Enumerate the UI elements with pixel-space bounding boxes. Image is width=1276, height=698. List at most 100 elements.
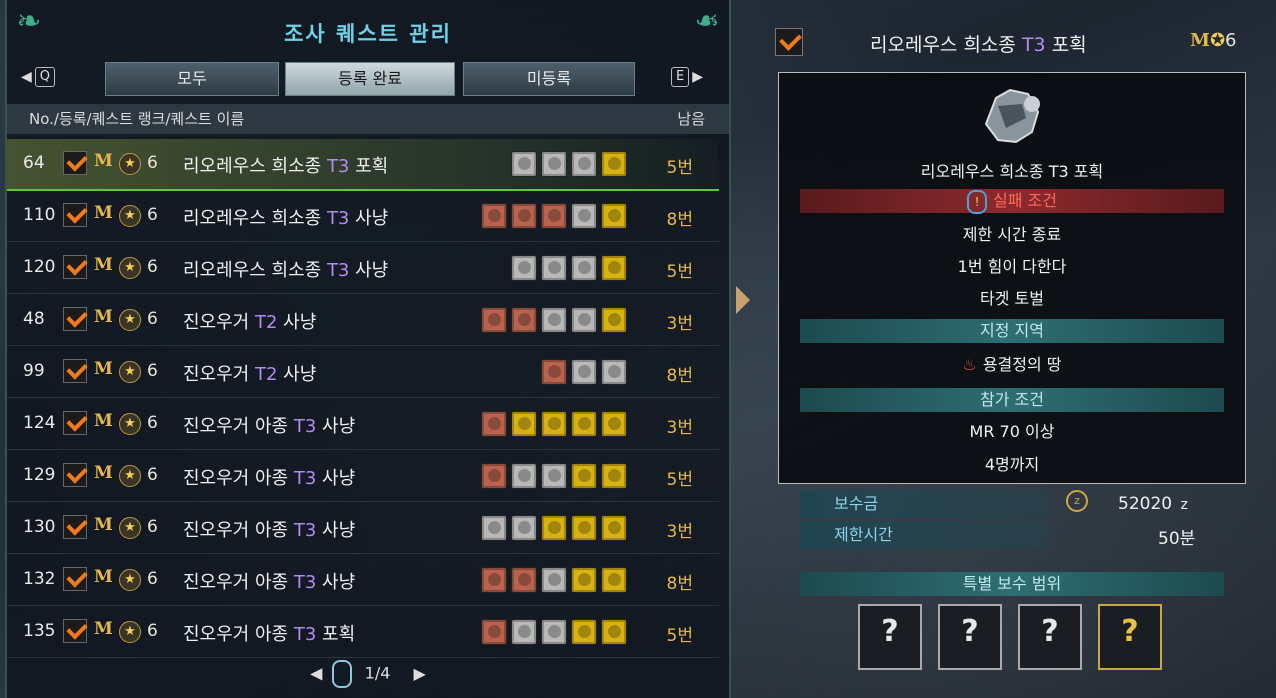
quest-type: 사냥 [322, 416, 356, 437]
quest-row[interactable]: 99 M ★ 6 진오우거 T2 사냥 8번 [7, 347, 719, 398]
zenny-icon: z [1066, 490, 1088, 512]
reward-rarity-icon [571, 307, 597, 333]
quest-tier: T3 [293, 520, 317, 541]
reward-rarity-icon [571, 567, 597, 593]
arrow-left-icon: ◀ [21, 69, 32, 85]
reward-rarity-icon [601, 203, 627, 229]
quest-row[interactable]: 124 M ★ 6 진오우거 아종 T3 사냥 3번 [7, 399, 719, 450]
quest-row[interactable]: 130 M ★ 6 진오우거 아종 T3 사냥 3번 [7, 503, 719, 554]
prev-page-icon[interactable]: ◀ [310, 664, 322, 683]
quest-name: 리오레우스 희소종 T3 사냥 [183, 256, 388, 282]
reward-rarity-icon [511, 619, 537, 645]
fail-header-text: 실패 조건 [993, 191, 1057, 210]
quest-rank: 6 [147, 309, 158, 329]
quest-rank: 6 [147, 569, 158, 589]
remaining-count: 3번 [666, 522, 693, 542]
star-icon: ★ [119, 205, 141, 227]
registered-check-icon [63, 203, 87, 227]
page-title: 조사 퀘스트 관리 [284, 22, 452, 46]
quest-row[interactable]: 48 M ★ 6 진오우거 T2 사냥 3번 [7, 295, 719, 346]
remaining-count: 5번 [666, 262, 693, 282]
star-icon: ★ [119, 413, 141, 435]
alert-icon: ! [967, 189, 988, 214]
area-text: 용결정의 땅 [982, 355, 1062, 374]
quest-monster: 진오우거 [183, 312, 250, 333]
registered-check-icon [63, 463, 87, 487]
quest-name: 진오우거 아종 T3 사냥 [183, 464, 355, 490]
reward-rarity-icon [481, 463, 507, 489]
quest-row[interactable]: 64 M ★ 6 리오레우스 희소종 T3 포획 5번 [7, 139, 719, 191]
reward-amount: 52020 [1118, 494, 1173, 514]
reward-rarity-icon [481, 411, 507, 437]
reward-rarity-icon [601, 359, 627, 385]
join-condition-1: MR 70 이상 [969, 422, 1055, 441]
quest-row[interactable]: 135 M ★ 6 진오우거 아종 T3 포획 5번 [7, 607, 719, 658]
tab-all[interactable]: 모두 [105, 62, 279, 96]
page-indicator: 1/4 [364, 663, 391, 683]
reward-rarity-icon [541, 411, 567, 437]
next-tab-hint[interactable]: E ▶ [671, 67, 703, 87]
reward-rarity-icon [511, 411, 537, 437]
quest-tier: T3 [293, 416, 317, 437]
reward-rarity-icon [511, 307, 537, 333]
quest-row[interactable]: 120 M ★ 6 리오레우스 희소종 T3 사냥 5번 [7, 243, 719, 294]
tab-registered[interactable]: 등록 완료 [285, 62, 455, 96]
next-page-icon[interactable]: ▶ [414, 664, 426, 683]
quest-rank: 6 [147, 205, 158, 225]
star-icon: ★ [119, 153, 141, 175]
reward-unit: z [1180, 497, 1188, 513]
fail-condition-header: ! 실패 조건 [800, 189, 1224, 214]
quest-tier: T2 [254, 364, 278, 385]
reward-rarity-icon [601, 307, 627, 333]
master-rank-m: M [94, 255, 113, 275]
quest-row[interactable]: 110 M ★ 6 리오레우스 희소종 T3 사냥 8번 [7, 191, 719, 242]
quest-tier: T3 [293, 624, 317, 645]
quest-type: 포획 [355, 156, 389, 177]
quest-monster: 진오우거 아종 [183, 468, 289, 489]
quest-monster: 진오우거 아종 [183, 624, 289, 645]
quest-type: 사냥 [322, 520, 356, 541]
reward-rarity-icon [541, 463, 567, 489]
quest-monster: 리오레우스 희소종 [183, 208, 322, 229]
quest-row[interactable]: 129 M ★ 6 진오우거 아종 T3 사냥 5번 [7, 451, 719, 502]
star-icon: ★ [119, 257, 141, 279]
reward-rarity-icon [571, 515, 597, 541]
registered-check-icon [775, 28, 803, 56]
reward-rarity-icon [511, 463, 537, 489]
column-header: No./등록/퀘스트 랭크/퀘스트 이름 남음 [7, 104, 729, 134]
detail-title: 리오레우스 희소종 T3 포획 [870, 30, 1087, 57]
quest-row[interactable]: 132 M ★ 6 진오우거 아종 T3 사냥 8번 [7, 555, 719, 606]
reward-rarity-icon [541, 515, 567, 541]
quest-number: 99 [23, 361, 45, 381]
registered-check-icon [63, 359, 87, 383]
quest-number: 124 [23, 413, 56, 433]
reward-icons [481, 619, 627, 645]
area-header: 지정 지역 [800, 319, 1224, 343]
question-icon: ? [961, 614, 979, 649]
star-icon: ★ [119, 569, 141, 591]
prev-tab-hint[interactable]: ◀ Q [21, 67, 56, 87]
quest-list-panel: ❧ ❧ 조사 퀘스트 관리 ◀ Q 모두 등록 완료 미등록 E ▶ No./등… [5, 0, 731, 698]
quest-type: 사냥 [322, 468, 356, 489]
reward-box-3: ? [1018, 604, 1082, 670]
master-rank-m: M [94, 567, 113, 587]
reward-rarity-icon [571, 411, 597, 437]
master-rank-m: M [94, 411, 113, 431]
reward-value: 52020 z [1118, 494, 1188, 514]
detail-title-name: 리오레우스 희소종 [870, 34, 1016, 56]
quest-monster: 진오우거 아종 [183, 416, 289, 437]
reward-rarity-icon [601, 151, 627, 177]
master-rank-m: M [94, 151, 113, 171]
detail-rank-m: M [1190, 30, 1210, 51]
remaining-count: 3번 [666, 418, 693, 438]
quest-tier: T3 [293, 468, 317, 489]
reward-box-4: ? [1098, 604, 1162, 670]
master-rank-m: M [94, 359, 113, 379]
column-header-left: No./등록/퀘스트 랭크/퀘스트 이름 [29, 110, 245, 128]
time-label: 제한시간 [800, 521, 1050, 549]
tab-unregistered[interactable]: 미등록 [463, 62, 635, 96]
quest-type: 사냥 [283, 364, 317, 385]
quest-number: 120 [23, 257, 56, 277]
reward-rarity-icon [511, 255, 537, 281]
quest-monster: 리오레우스 희소종 [183, 260, 322, 281]
